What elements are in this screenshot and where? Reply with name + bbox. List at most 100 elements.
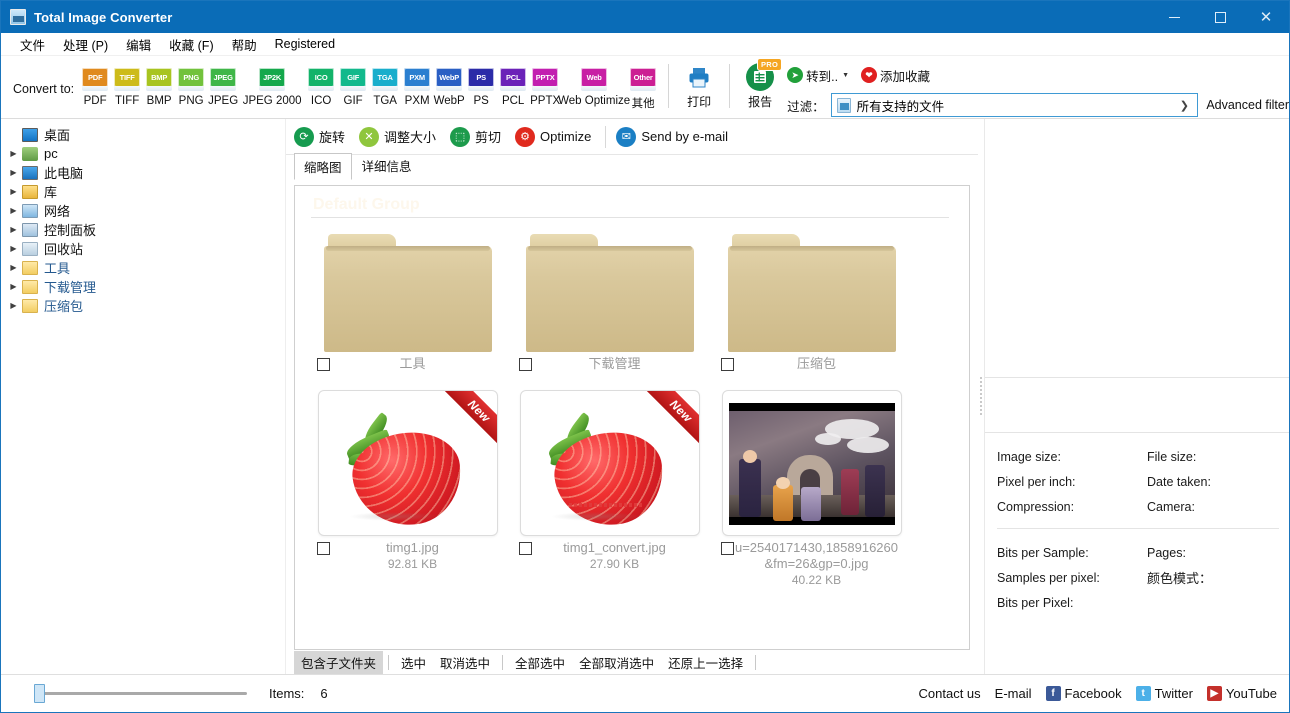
- file-checkbox[interactable]: [317, 358, 330, 371]
- folder-tree-sidebar[interactable]: 桌面 ▶ pc ▶ 此电脑 ▶ 库 ▶ 网络 ▶ 控制面板 ▶ 回收站 ▶ 工具 ▶ 下载管理 ▶ 压缩包: [1, 119, 286, 674]
- format-button-pxm[interactable]: PXM PXM: [401, 60, 433, 107]
- expand-arrow-icon[interactable]: ▶: [5, 301, 22, 310]
- menu-item-2[interactable]: 编辑: [117, 33, 160, 56]
- tree-item-9[interactable]: ▶ 压缩包: [1, 296, 285, 315]
- format-label: PPTX: [530, 95, 561, 107]
- slider-thumb[interactable]: [34, 684, 45, 703]
- file-checkbox[interactable]: [317, 542, 330, 555]
- chevron-down-icon[interactable]: ❯: [1173, 99, 1195, 112]
- format-button-ico[interactable]: ICO ICO: [305, 60, 337, 107]
- tree-item-4[interactable]: ▶ 网络: [1, 201, 285, 220]
- format-button-tiff[interactable]: TIFF TIFF: [111, 60, 143, 107]
- tree-item-7[interactable]: ▶ 工具: [1, 258, 285, 277]
- image-thumbnail[interactable]: New: [318, 390, 498, 536]
- thumbnail-size-slider[interactable]: [34, 684, 247, 703]
- thumbnail-row: New timg1.jpg 92.81 KB New timg1_convert.jpg…: [307, 390, 957, 588]
- format-dropdown-caret-icon[interactable]: ▼: [655, 68, 662, 76]
- minimize-button[interactable]: [1151, 1, 1197, 33]
- op-button-rotate[interactable]: ⟳ 旋转: [294, 126, 345, 147]
- tree-item-1[interactable]: ▶ pc: [1, 144, 285, 163]
- expand-arrow-icon[interactable]: ▶: [5, 282, 22, 291]
- file-item[interactable]: u=2540171430,1858916260&fm=26&gp=0.jpg 40…: [711, 390, 913, 588]
- menu-item-1[interactable]: 处理 (P): [54, 33, 117, 56]
- file-name: timg1_convert.jpg: [563, 540, 666, 555]
- expand-arrow-icon[interactable]: ▶: [5, 187, 22, 196]
- file-item[interactable]: New timg1_convert.jpg 27.90 KB: [509, 390, 711, 588]
- op-button-email[interactable]: ✉ Send by e-mail: [616, 126, 728, 147]
- format-button-png[interactable]: PNG PNG: [175, 60, 207, 107]
- status-link-twitter[interactable]: t Twitter: [1135, 686, 1193, 701]
- format-button-tga[interactable]: TGA TGA: [369, 60, 401, 107]
- tab-1[interactable]: 详细信息: [352, 152, 422, 179]
- selection-button-5[interactable]: 还原上一选择: [661, 651, 750, 674]
- goto-button[interactable]: ➤ 转到.. ▼: [787, 66, 849, 85]
- file-list[interactable]: Default Group 工具 下载管理 压缩包 New timg1.jpg 92.81…: [294, 185, 970, 650]
- file-item[interactable]: 工具: [307, 228, 509, 372]
- selection-button-1[interactable]: 选中: [394, 651, 433, 674]
- slider-track[interactable]: [34, 684, 247, 703]
- main-body: 桌面 ▶ pc ▶ 此电脑 ▶ 库 ▶ 网络 ▶ 控制面板 ▶ 回收站 ▶ 工具 ▶ 下载管理 ▶ 压缩包 ⟳ 旋转 ✕…: [1, 119, 1289, 674]
- report-button[interactable]: PRO 报告: [739, 58, 783, 110]
- expand-arrow-icon[interactable]: ▶: [5, 149, 22, 158]
- format-button-jpeg[interactable]: JPEG JPEG: [207, 60, 239, 107]
- menu-item-5[interactable]: Registered: [266, 35, 344, 53]
- tree-item-0[interactable]: 桌面: [1, 125, 285, 144]
- expand-arrow-icon[interactable]: ▶: [5, 225, 22, 234]
- selection-button-2[interactable]: 取消选中: [433, 651, 497, 674]
- folder-icon: [22, 260, 38, 275]
- op-button-resize[interactable]: ✕ 调整大小: [359, 126, 436, 147]
- format-button-pptx[interactable]: PPTX PPTX: [529, 60, 561, 107]
- selection-button-3[interactable]: 全部选中: [508, 651, 572, 674]
- menu-item-0[interactable]: 文件: [11, 33, 54, 56]
- status-link-e-mail[interactable]: E-mail: [995, 686, 1032, 701]
- add-favorite-button[interactable]: ❤ 添加收藏: [861, 66, 930, 85]
- file-checkbox[interactable]: [519, 358, 532, 371]
- close-button[interactable]: ✕: [1243, 1, 1289, 33]
- contact-us-link[interactable]: Contact us: [919, 686, 981, 701]
- file-item[interactable]: New timg1.jpg 92.81 KB: [307, 390, 509, 588]
- tree-item-3[interactable]: ▶ 库: [1, 182, 285, 201]
- image-thumbnail[interactable]: [722, 390, 902, 536]
- format-button-gif[interactable]: GIF GIF: [337, 60, 369, 107]
- file-checkbox[interactable]: [519, 542, 532, 555]
- menu-item-3[interactable]: 收藏 (F): [160, 33, 222, 56]
- menu-item-4[interactable]: 帮助: [223, 33, 266, 56]
- selection-button-0[interactable]: 包含子文件夹: [294, 651, 384, 674]
- format-button-web-optimize[interactable]: Web Web Optimize: [558, 60, 630, 107]
- tree-item-5[interactable]: ▶ 控制面板: [1, 220, 285, 239]
- format-button-jpeg-2000[interactable]: JP2K JPEG 2000: [239, 60, 305, 107]
- op-button-optimize[interactable]: ⚙ Optimize: [515, 126, 591, 147]
- format-button-webp[interactable]: WebP WebP: [433, 60, 465, 107]
- expand-arrow-icon[interactable]: ▶: [5, 206, 22, 215]
- file-item[interactable]: 压缩包: [711, 228, 913, 372]
- status-link-facebook[interactable]: f Facebook: [1045, 686, 1122, 701]
- format-icon-gif: GIF: [340, 68, 367, 91]
- print-button[interactable]: 打印: [678, 60, 720, 110]
- expand-arrow-icon[interactable]: ▶: [5, 168, 22, 177]
- expand-arrow-icon[interactable]: ▶: [5, 244, 22, 253]
- tree-item-2[interactable]: ▶ 此电脑: [1, 163, 285, 182]
- file-checkbox[interactable]: [721, 358, 734, 371]
- op-button-crop[interactable]: ⬚ 剪切: [450, 126, 501, 147]
- properties-col-left: Image size: Pixel per inch: Compression:: [997, 445, 1147, 520]
- format-button-ps[interactable]: PS PS: [465, 60, 497, 107]
- format-button-pcl[interactable]: PCL PCL: [497, 60, 529, 107]
- advanced-filter-link[interactable]: Advanced filter: [1206, 98, 1289, 112]
- selection-button-4[interactable]: 全部取消选中: [572, 651, 661, 674]
- tree-item-6[interactable]: ▶ 回收站: [1, 239, 285, 258]
- status-link-youtube[interactable]: ▶ YouTube: [1206, 686, 1277, 701]
- image-thumbnail[interactable]: New: [520, 390, 700, 536]
- status-links: Contact us E-mail f Facebook t Twitter ▶ YouTu…: [905, 686, 1289, 701]
- format-icon-pptx: PPTX: [532, 68, 559, 91]
- expand-arrow-icon[interactable]: ▶: [5, 263, 22, 272]
- filter-combobox[interactable]: 所有支持的文件 ❯: [830, 93, 1199, 117]
- format-button-pdf[interactable]: PDF PDF: [79, 60, 111, 107]
- maximize-button[interactable]: [1197, 1, 1243, 33]
- format-button-bmp[interactable]: BMP BMP: [143, 60, 175, 107]
- format-button--[interactable]: Other ▼ 其他: [627, 60, 662, 111]
- file-checkbox[interactable]: [721, 542, 734, 555]
- tab-0[interactable]: 缩略图: [294, 153, 352, 180]
- tree-item-8[interactable]: ▶ 下载管理: [1, 277, 285, 296]
- goto-caret-icon[interactable]: ▼: [842, 72, 849, 79]
- file-item[interactable]: 下载管理: [509, 228, 711, 372]
